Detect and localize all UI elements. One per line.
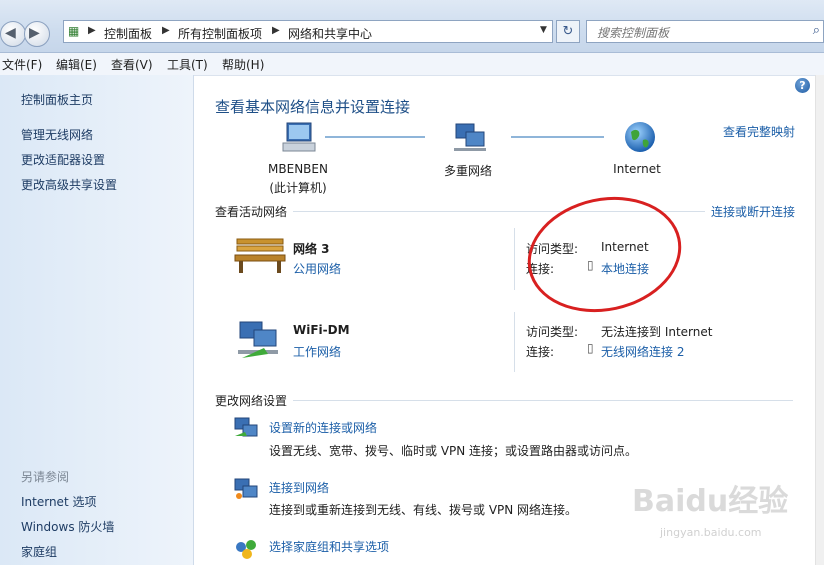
- homegroup-icon: [236, 540, 256, 559]
- wireless-icon: ▯: [587, 341, 594, 355]
- multiple-networks-icon[interactable]: [452, 122, 488, 154]
- menu-help[interactable]: 帮助(H): [222, 56, 264, 73]
- sidebar-item-adapter-settings[interactable]: 更改适配器设置: [21, 151, 105, 168]
- breadcrumb-separator-icon[interactable]: ▶: [88, 25, 96, 36]
- map-internet-label: Internet: [613, 162, 661, 176]
- change-settings-heading: 更改网络设置: [215, 394, 288, 408]
- baidu-watermark: Baidu经验: [632, 484, 789, 519]
- access-type-value: 无法连接到 Internet: [601, 325, 713, 339]
- access-type-label: 访问类型:: [526, 325, 579, 339]
- active-networks-heading: 查看活动网络: [215, 205, 288, 219]
- vertical-divider: [514, 228, 515, 290]
- menu-bar: 文件(F) 编辑(E) 查看(V) 工具(T) 帮助(H): [0, 53, 824, 76]
- see-also-heading: 另请参阅: [21, 470, 70, 484]
- sidebar-item-home[interactable]: 控制面板主页: [21, 91, 93, 108]
- network-type-link[interactable]: 工作网络: [293, 343, 341, 360]
- network-type-link[interactable]: 公用网络: [293, 260, 341, 277]
- setup-connection-link[interactable]: 设置新的连接或网络: [269, 419, 377, 436]
- sidebar-item-manage-wireless[interactable]: 管理无线网络: [21, 126, 93, 143]
- map-computer-sub: (此计算机): [269, 181, 327, 195]
- bench-icon: [234, 238, 286, 273]
- address-bar[interactable]: ▦ ▶ 控制面板 ▶ 所有控制面板项 ▶ 网络和共享中心 ▼: [63, 20, 553, 43]
- chevron-down-icon[interactable]: ▼: [540, 25, 547, 35]
- scrollbar[interactable]: [815, 75, 824, 565]
- view-full-map-link[interactable]: 查看完整映射: [723, 123, 795, 140]
- search-icon[interactable]: ⌕: [813, 23, 820, 38]
- map-connector-line: [325, 136, 425, 138]
- arrow-right-icon: ▶: [29, 25, 40, 41]
- setup-connection-desc: 设置无线、宽带、拨号、临时或 VPN 连接；或设置路由器或访问点。: [269, 444, 638, 458]
- map-computer-name: MBENBEN: [268, 162, 328, 176]
- address-toolbar: ◀ ▶ ▦ ▶ 控制面板 ▶ 所有控制面板项 ▶ 网络和共享中心 ▼ ↻ ⌕: [0, 0, 824, 53]
- homegroup-link[interactable]: 选择家庭组和共享选项: [269, 538, 389, 555]
- back-button[interactable]: ◀: [0, 21, 26, 47]
- connect-network-link[interactable]: 连接到网络: [269, 479, 329, 496]
- menu-edit[interactable]: 编辑(E): [56, 56, 97, 73]
- sidebar-item-internet-options[interactable]: Internet 选项: [21, 493, 96, 510]
- sidebar-item-firewall[interactable]: Windows 防火墙: [21, 518, 114, 535]
- forward-button[interactable]: ▶: [24, 21, 50, 47]
- search-box[interactable]: ⌕: [586, 20, 824, 43]
- map-network-label: 多重网络: [443, 164, 492, 178]
- breadcrumb-all-items[interactable]: 所有控制面板项: [178, 25, 262, 42]
- network-name: WiFi-DM: [293, 323, 350, 337]
- connect-network-icon: [234, 478, 258, 499]
- help-icon[interactable]: ?: [795, 78, 810, 93]
- annotation-circle: [516, 183, 693, 326]
- network-name: 网络 3: [293, 242, 330, 256]
- arrow-left-icon: ◀: [5, 25, 16, 41]
- refresh-icon: ↻: [562, 24, 574, 39]
- breadcrumb-network-center[interactable]: 网络和共享中心: [288, 25, 372, 42]
- vertical-divider: [514, 312, 515, 372]
- refresh-button[interactable]: ↻: [556, 20, 580, 43]
- breadcrumb-control-panel[interactable]: 控制面板: [104, 25, 152, 42]
- connection-label: 连接:: [526, 345, 555, 359]
- menu-file[interactable]: 文件(F): [2, 56, 42, 73]
- sidebar-item-homegroup[interactable]: 家庭组: [21, 543, 57, 560]
- wireless-connection-link[interactable]: 无线网络连接 2: [601, 343, 684, 360]
- sidebar: 控制面板主页 管理无线网络 更改适配器设置 更改高级共享设置 另请参阅 Inte…: [0, 75, 194, 565]
- breadcrumb-separator-icon[interactable]: ▶: [162, 25, 170, 36]
- menu-tools[interactable]: 工具(T): [167, 56, 208, 73]
- menu-view[interactable]: 查看(V): [111, 56, 153, 73]
- search-input[interactable]: [595, 22, 799, 43]
- globe-icon[interactable]: [623, 120, 657, 154]
- baidu-watermark-url: jingyan.baidu.com: [660, 526, 762, 539]
- section-divider: [293, 400, 793, 401]
- new-connection-icon: [234, 417, 258, 437]
- breadcrumb-separator-icon[interactable]: ▶: [272, 25, 280, 36]
- map-connector-line: [511, 136, 604, 138]
- computer-icon[interactable]: [281, 121, 317, 155]
- connect-network-desc: 连接到或重新连接到无线、有线、拨号或 VPN 网络连接。: [269, 503, 578, 517]
- work-network-icon: [238, 321, 278, 358]
- sidebar-item-advanced-sharing[interactable]: 更改高级共享设置: [21, 176, 117, 193]
- page-title: 查看基本网络信息并设置连接: [215, 98, 411, 116]
- connect-disconnect-link[interactable]: 连接或断开连接: [711, 203, 795, 220]
- control-panel-icon: ▦: [68, 24, 80, 38]
